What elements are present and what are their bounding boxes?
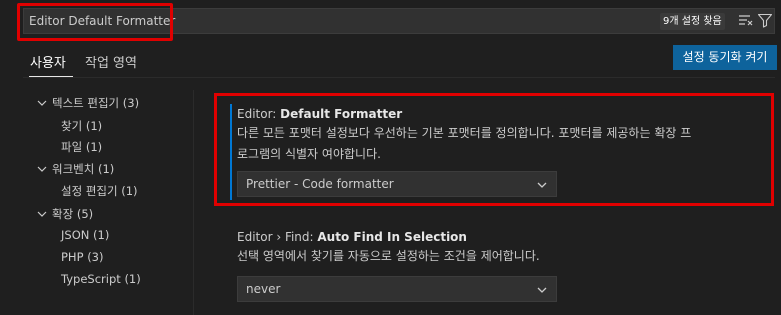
sync-settings-button[interactable]: 설정 동기화 켜기	[673, 45, 777, 70]
tree-item-count: (1)	[124, 272, 141, 286]
clear-filter-icon[interactable]	[738, 12, 754, 28]
default-formatter-select[interactable]: Prettier - Code formatter	[237, 171, 557, 197]
tree-item-typescript[interactable]: TypeScript (1)	[61, 272, 141, 286]
tree-item-count: (3)	[87, 250, 104, 264]
select-value: never	[246, 282, 281, 296]
tree-item-count: (1)	[93, 228, 110, 242]
setting-category: Editor:	[237, 107, 281, 121]
tree-item-count: (1)	[121, 184, 138, 198]
chevron-down-icon	[537, 182, 547, 188]
tree-item-label: 설정 편집기	[61, 184, 118, 198]
result-count-badge: 9개 설정 찾음	[660, 13, 725, 30]
tree-item-label: TypeScript	[61, 272, 121, 286]
tree-item-count: (1)	[85, 140, 103, 154]
tree-item-count: (1)	[85, 119, 103, 133]
setting-name: Auto Find In Selection	[317, 230, 467, 244]
tree-item-extensions[interactable]: 확장 (5)	[52, 206, 93, 222]
focused-setting-indicator	[230, 104, 232, 200]
tree-item-count: (1)	[97, 162, 115, 176]
setting-title: Editor › Find: Auto Find In Selection	[237, 230, 467, 244]
setting-description-line-1: 다른 모든 포맷터 설정보다 우선하는 기본 포맷터를 정의합니다. 포맷터를 …	[237, 126, 692, 140]
tree-item-label: 찾기	[61, 119, 83, 133]
auto-find-in-selection-select[interactable]: never	[237, 276, 557, 302]
chevron-down-icon[interactable]	[37, 164, 47, 174]
search-highlight-box	[17, 3, 173, 41]
select-value: Prettier - Code formatter	[246, 177, 394, 191]
tree-item-label: 확장	[52, 207, 74, 221]
setting-title: Editor: Default Formatter	[237, 107, 402, 121]
tree-item-files[interactable]: 파일 (1)	[61, 139, 102, 155]
tabs-divider	[23, 77, 775, 78]
tree-item-label: 텍스트 편집기	[52, 96, 120, 110]
tree-item-count: (5)	[76, 207, 94, 221]
setting-description-line-1: 선택 영역에서 찾기를 자동으로 설정하는 조건을 제어합니다.	[237, 249, 540, 263]
tree-item-workbench[interactable]: 워크벤치 (1)	[52, 161, 114, 177]
setting-name: Default Formatter	[280, 107, 403, 121]
tree-item-text-editor[interactable]: 텍스트 편집기 (3)	[52, 95, 139, 111]
chevron-down-icon[interactable]	[37, 209, 47, 219]
setting-description-line-2: 로그램의 식별자 여야합니다.	[237, 147, 381, 161]
tree-item-find[interactable]: 찾기 (1)	[61, 118, 102, 134]
tree-item-json[interactable]: JSON (1)	[61, 228, 109, 242]
tree-item-label: JSON	[61, 228, 90, 242]
filter-icon[interactable]	[757, 12, 773, 28]
tree-item-label: PHP	[61, 250, 84, 264]
chevron-down-icon	[537, 287, 547, 293]
tab-user[interactable]: 사용자	[30, 52, 66, 71]
panel-divider	[193, 90, 194, 315]
tree-item-label: 파일	[61, 140, 83, 154]
tab-workspace[interactable]: 작업 영역	[85, 52, 137, 71]
setting-category: Editor › Find:	[237, 230, 318, 244]
tree-item-label: 워크벤치	[52, 162, 95, 176]
tree-item-count: (3)	[122, 96, 140, 110]
tree-item-php[interactable]: PHP (3)	[61, 250, 103, 264]
tree-item-settings-editor[interactable]: 설정 편집기 (1)	[61, 183, 138, 199]
chevron-down-icon[interactable]	[37, 98, 47, 108]
